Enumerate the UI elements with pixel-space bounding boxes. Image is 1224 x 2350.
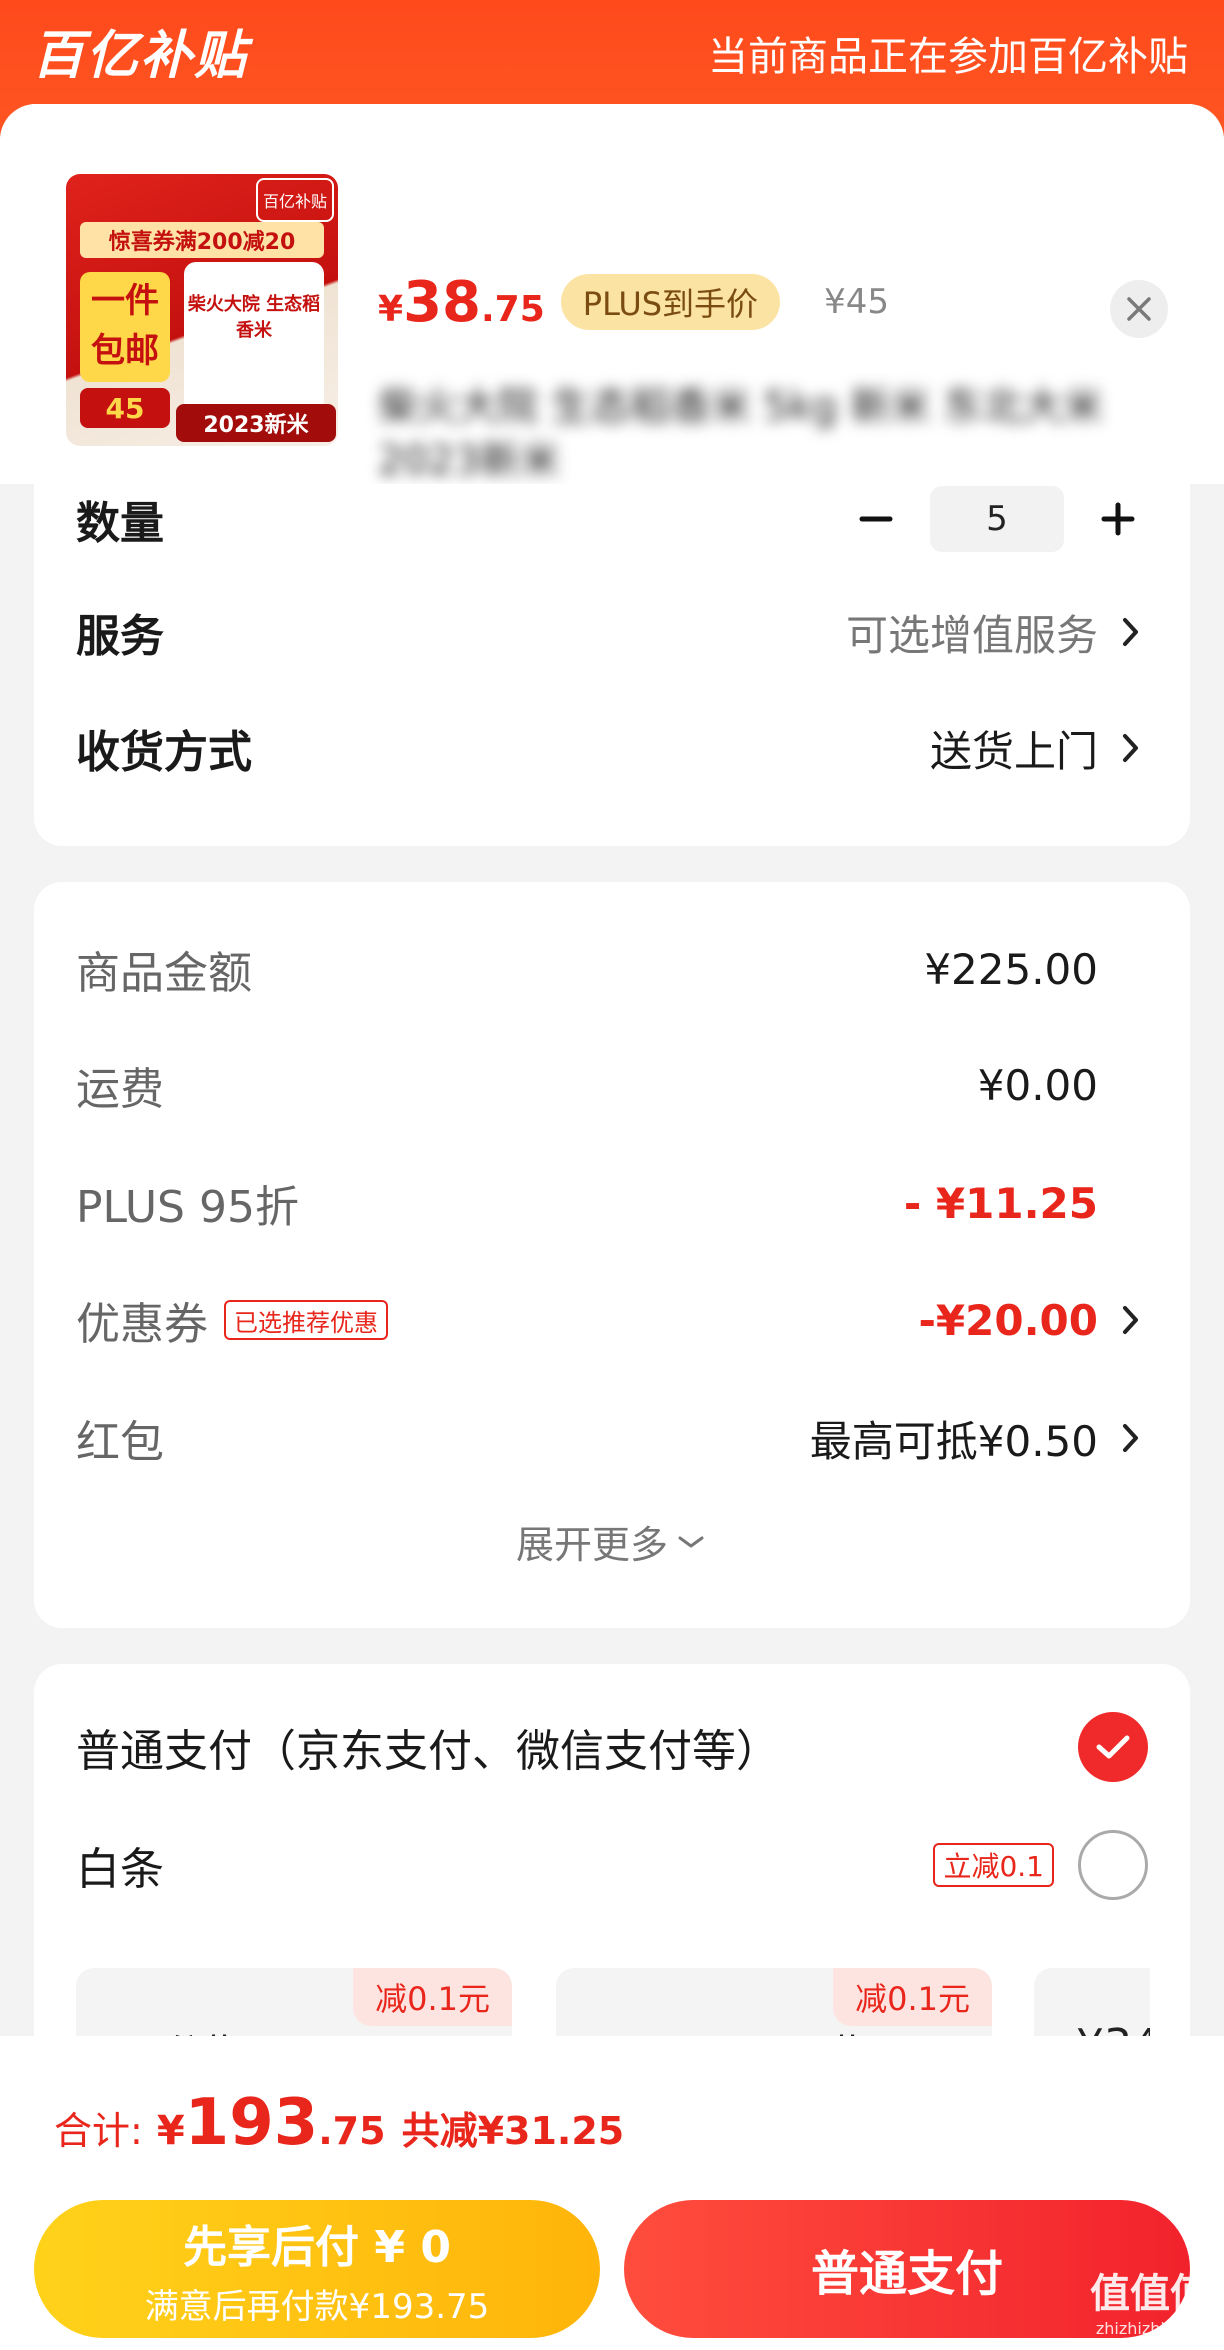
price-integer: 38 [403, 269, 481, 335]
watermark-site: zhizhizhi.com [1095, 2319, 1205, 2338]
delivery-row[interactable]: 收货方式 送货上门 [76, 708, 1148, 788]
plus-discount-label: PLUS 95折 [76, 1182, 299, 1233]
pay-later-title: 先享后付 ¥ 0 [183, 2221, 451, 2273]
expand-more-button[interactable]: 展开更多 [34, 1514, 1190, 1569]
coupon-recommended-badge: 已选推荐优惠 [224, 1300, 388, 1340]
goods-amount-value: ¥225.00 [924, 944, 1098, 994]
installment-discount-tag: 减0.1元 [833, 1968, 992, 2026]
service-value: 可选增值服务 [845, 610, 1098, 660]
goods-amount-label: 商品金额 [76, 948, 252, 999]
total-label: 合计: [54, 2109, 143, 2153]
pay-later-button[interactable]: 先享后付 ¥ 0 满意后再付款¥193.75 [34, 2200, 600, 2338]
subsidy-logo: 百亿补贴 [32, 25, 249, 86]
chevron-right-icon [1114, 1300, 1148, 1340]
close-button[interactable] [1110, 280, 1168, 338]
plus-discount-value: - ¥11.25 [903, 1178, 1098, 1228]
red-packet-row[interactable]: 红包 最高可抵¥0.50 [76, 1400, 1148, 1476]
checkout-bar: 合计: ¥ 193 .75 共减¥31.25 先享后付 ¥ 0 满意后再付款¥1… [0, 2036, 1224, 2350]
quantity-stepper: 5 [846, 486, 1148, 552]
normal-payment-option[interactable]: 普通支付（京东支付、微信支付等） [76, 1704, 1148, 1790]
product-title: 柴火大院 生态稻香米 5kg 新米 东北大米 2023新米 [378, 384, 1103, 484]
original-price: ¥45 [824, 282, 889, 322]
delivery-label: 收货方式 [76, 727, 252, 778]
order-total: 合计: ¥ 193 .75 共减¥31.25 [54, 2086, 624, 2160]
expand-more-label: 展开更多 [515, 1523, 668, 1567]
decrease-button[interactable] [846, 489, 906, 549]
price-breakdown-card: 商品金额 ¥225.00 运费 ¥0.00 PLUS 95折 - ¥11.25 … [34, 882, 1190, 1628]
subsidy-tagline: 当前商品正在参加百亿补贴 [708, 34, 1188, 80]
increase-button[interactable] [1088, 489, 1148, 549]
delivery-value: 送货上门 [929, 726, 1098, 776]
baitiao-label: 白条 [76, 1844, 164, 1895]
normal-payment-label: 普通支付（京东支付、微信支付等） [76, 1726, 780, 1777]
chevron-down-icon [674, 1522, 708, 1562]
options-card: 数量 5 服务 可选增值服务 收货方式 送货上门 [34, 484, 1190, 846]
service-row[interactable]: 服务 可选增值服务 [76, 592, 1148, 672]
product-image-price: 45 [80, 388, 170, 428]
watermark-logo: 值值值 [1090, 2271, 1210, 2317]
product-image-badge: 2023新米 [176, 404, 336, 442]
coupon-label: 优惠券 [76, 1299, 208, 1350]
product-image-pack: 柴火大院 生态稻香米 [184, 262, 324, 412]
chevron-right-icon [1114, 728, 1148, 768]
total-savings: 共减¥31.25 [401, 2109, 625, 2153]
price-decimal: .75 [481, 288, 545, 330]
plus-discount-row: PLUS 95折 - ¥11.25 [76, 1168, 1148, 1238]
chevron-right-icon [1114, 612, 1148, 652]
product-image-corner: 百亿补贴 [256, 178, 334, 222]
unchecked-radio-icon[interactable] [1078, 1830, 1148, 1900]
coupon-row[interactable]: 优惠券 已选推荐优惠 -¥20.00 [76, 1282, 1148, 1358]
baitiao-discount-badge: 立减0.1 [933, 1843, 1054, 1887]
total-decimal: .75 [318, 2109, 386, 2153]
red-packet-label: 红包 [76, 1417, 164, 1468]
quantity-row: 数量 5 [76, 484, 1148, 554]
checked-radio-icon[interactable] [1078, 1712, 1148, 1782]
close-icon [1127, 297, 1151, 321]
quantity-label: 数量 [76, 498, 164, 549]
price-row: ¥ 38 .75 PLUS到手价 ¥45 [378, 264, 889, 340]
service-label: 服务 [76, 611, 164, 662]
minus-icon [859, 516, 893, 522]
installment-discount-tag: 减0.1元 [353, 1968, 512, 2026]
site-watermark: 值值值 zhizhizhi.com [1090, 2261, 1210, 2338]
shipping-label: 运费 [76, 1064, 164, 1115]
total-currency: ¥ [156, 2108, 185, 2154]
price-currency: ¥ [378, 288, 404, 330]
total-integer: 193 [184, 2086, 319, 2160]
plus-price: ¥ 38 .75 [378, 270, 545, 335]
plus-price-badge: PLUS到手价 [560, 274, 781, 330]
quantity-input[interactable]: 5 [930, 486, 1064, 552]
shipping-value: ¥0.00 [977, 1060, 1098, 1110]
pay-later-subtitle: 满意后再付款¥193.75 [144, 2286, 490, 2327]
chevron-right-icon [1114, 1418, 1148, 1458]
red-packet-value: 最高可抵¥0.50 [809, 1416, 1098, 1466]
baitiao-option[interactable]: 白条 立减0.1 [76, 1822, 1148, 1908]
product-image-promo: 一件包邮 [80, 272, 170, 382]
product-summary: 百亿补贴 惊喜券满200减20 一件包邮 柴火大院 生态稻香米 45 2023新… [0, 104, 1224, 484]
product-image[interactable]: 百亿补贴 惊喜券满200减20 一件包邮 柴火大院 生态稻香米 45 2023新… [66, 174, 338, 446]
plus-icon [1101, 502, 1135, 536]
product-image-coupon: 惊喜券满200减20 [80, 222, 324, 258]
goods-amount-row: 商品金额 ¥225.00 [76, 934, 1148, 1004]
shipping-row: 运费 ¥0.00 [76, 1050, 1148, 1120]
coupon-value: -¥20.00 [918, 1295, 1098, 1345]
